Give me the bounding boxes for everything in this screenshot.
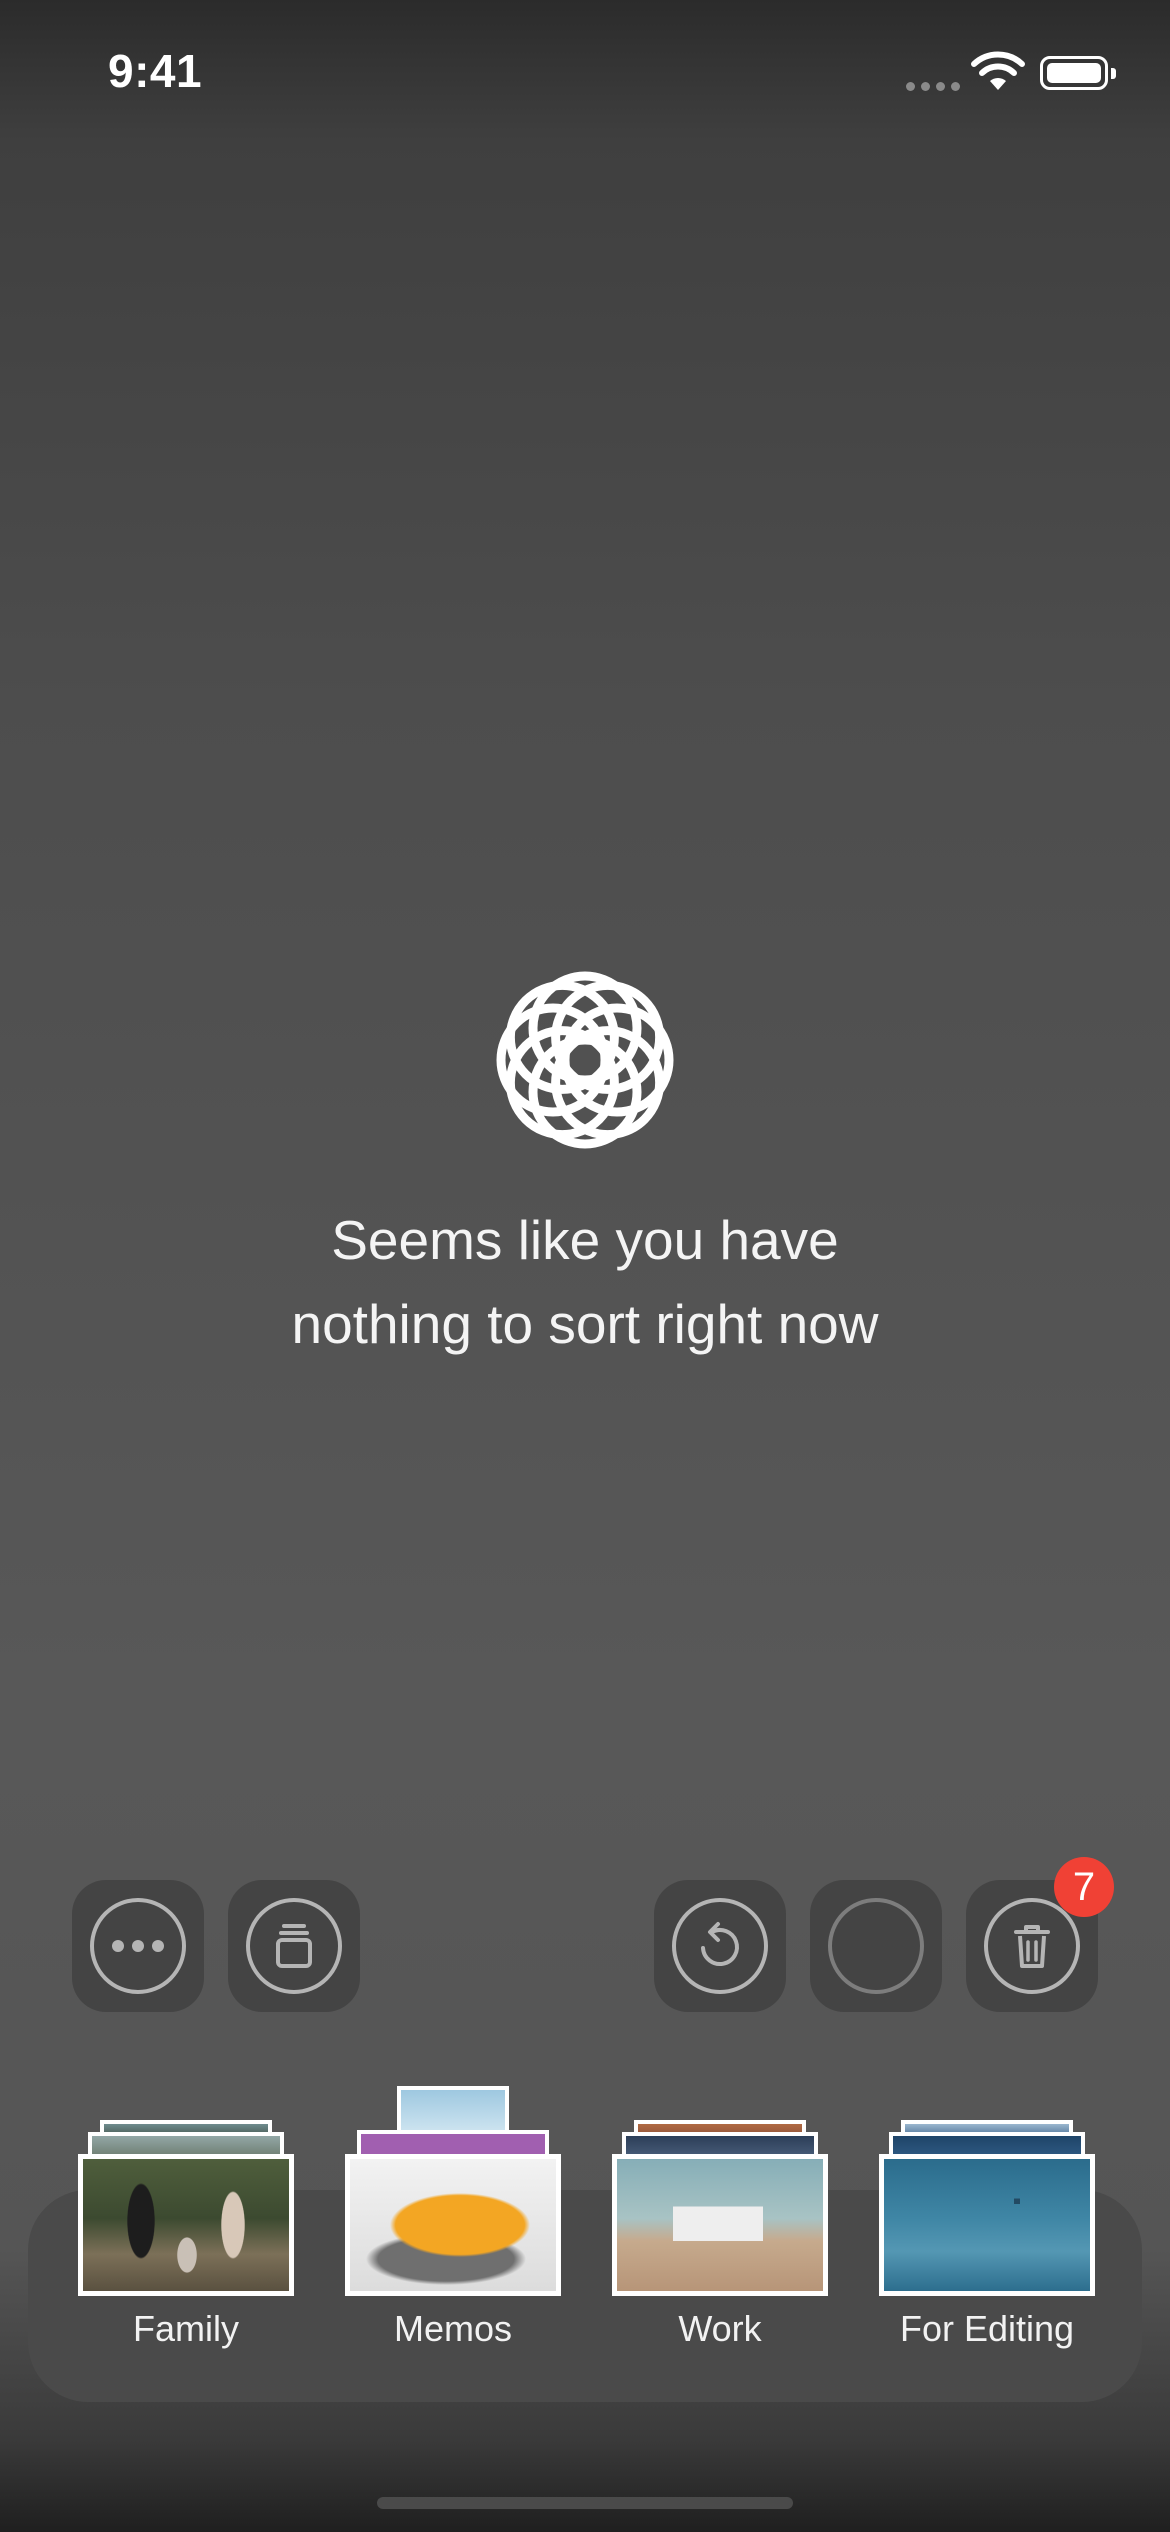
empty-state-line-1: Seems like you have [331,1209,839,1271]
empty-circle-button[interactable] [810,1880,942,2012]
home-indicator [377,2497,793,2509]
empty-state-line-2: nothing to sort right now [291,1293,879,1355]
circle-icon [828,1898,924,1994]
signal-icon [906,82,960,91]
trash-count-badge: 7 [1054,1857,1114,1917]
status-time: 9:41 [108,45,203,97]
stack-icon [276,1924,312,1968]
undo-button[interactable] [654,1880,786,2012]
album-family-thumbnail [78,2154,294,2296]
empty-state-message: Seems like you have nothing to sort righ… [0,1198,1170,1366]
album-work-thumbnail [612,2154,828,2296]
status-bar: 9:41 [0,0,1170,150]
screen: 9:41 Seems like you have nothing to sort… [0,0,1170,2532]
flower-logo-icon [496,971,674,1149]
ellipsis-icon [112,1940,164,1952]
wifi-icon [971,51,1025,90]
album-family-label: Family [133,2308,239,2349]
album-memos-thumbnail [345,2154,561,2296]
album-memos-label: Memos [393,2308,513,2349]
battery-icon [1040,56,1116,90]
album-for-editing-thumbnail [879,2154,1095,2296]
album-work-label: Work [678,2308,762,2349]
trash-icon [1014,1925,1050,1968]
undo-icon [701,1922,739,1966]
album-for-editing-label: For Editing [899,2308,1075,2349]
albums-button[interactable] [228,1880,360,2012]
more-button[interactable] [72,1880,204,2012]
empty-state: Seems like you have nothing to sort righ… [0,960,1170,1366]
